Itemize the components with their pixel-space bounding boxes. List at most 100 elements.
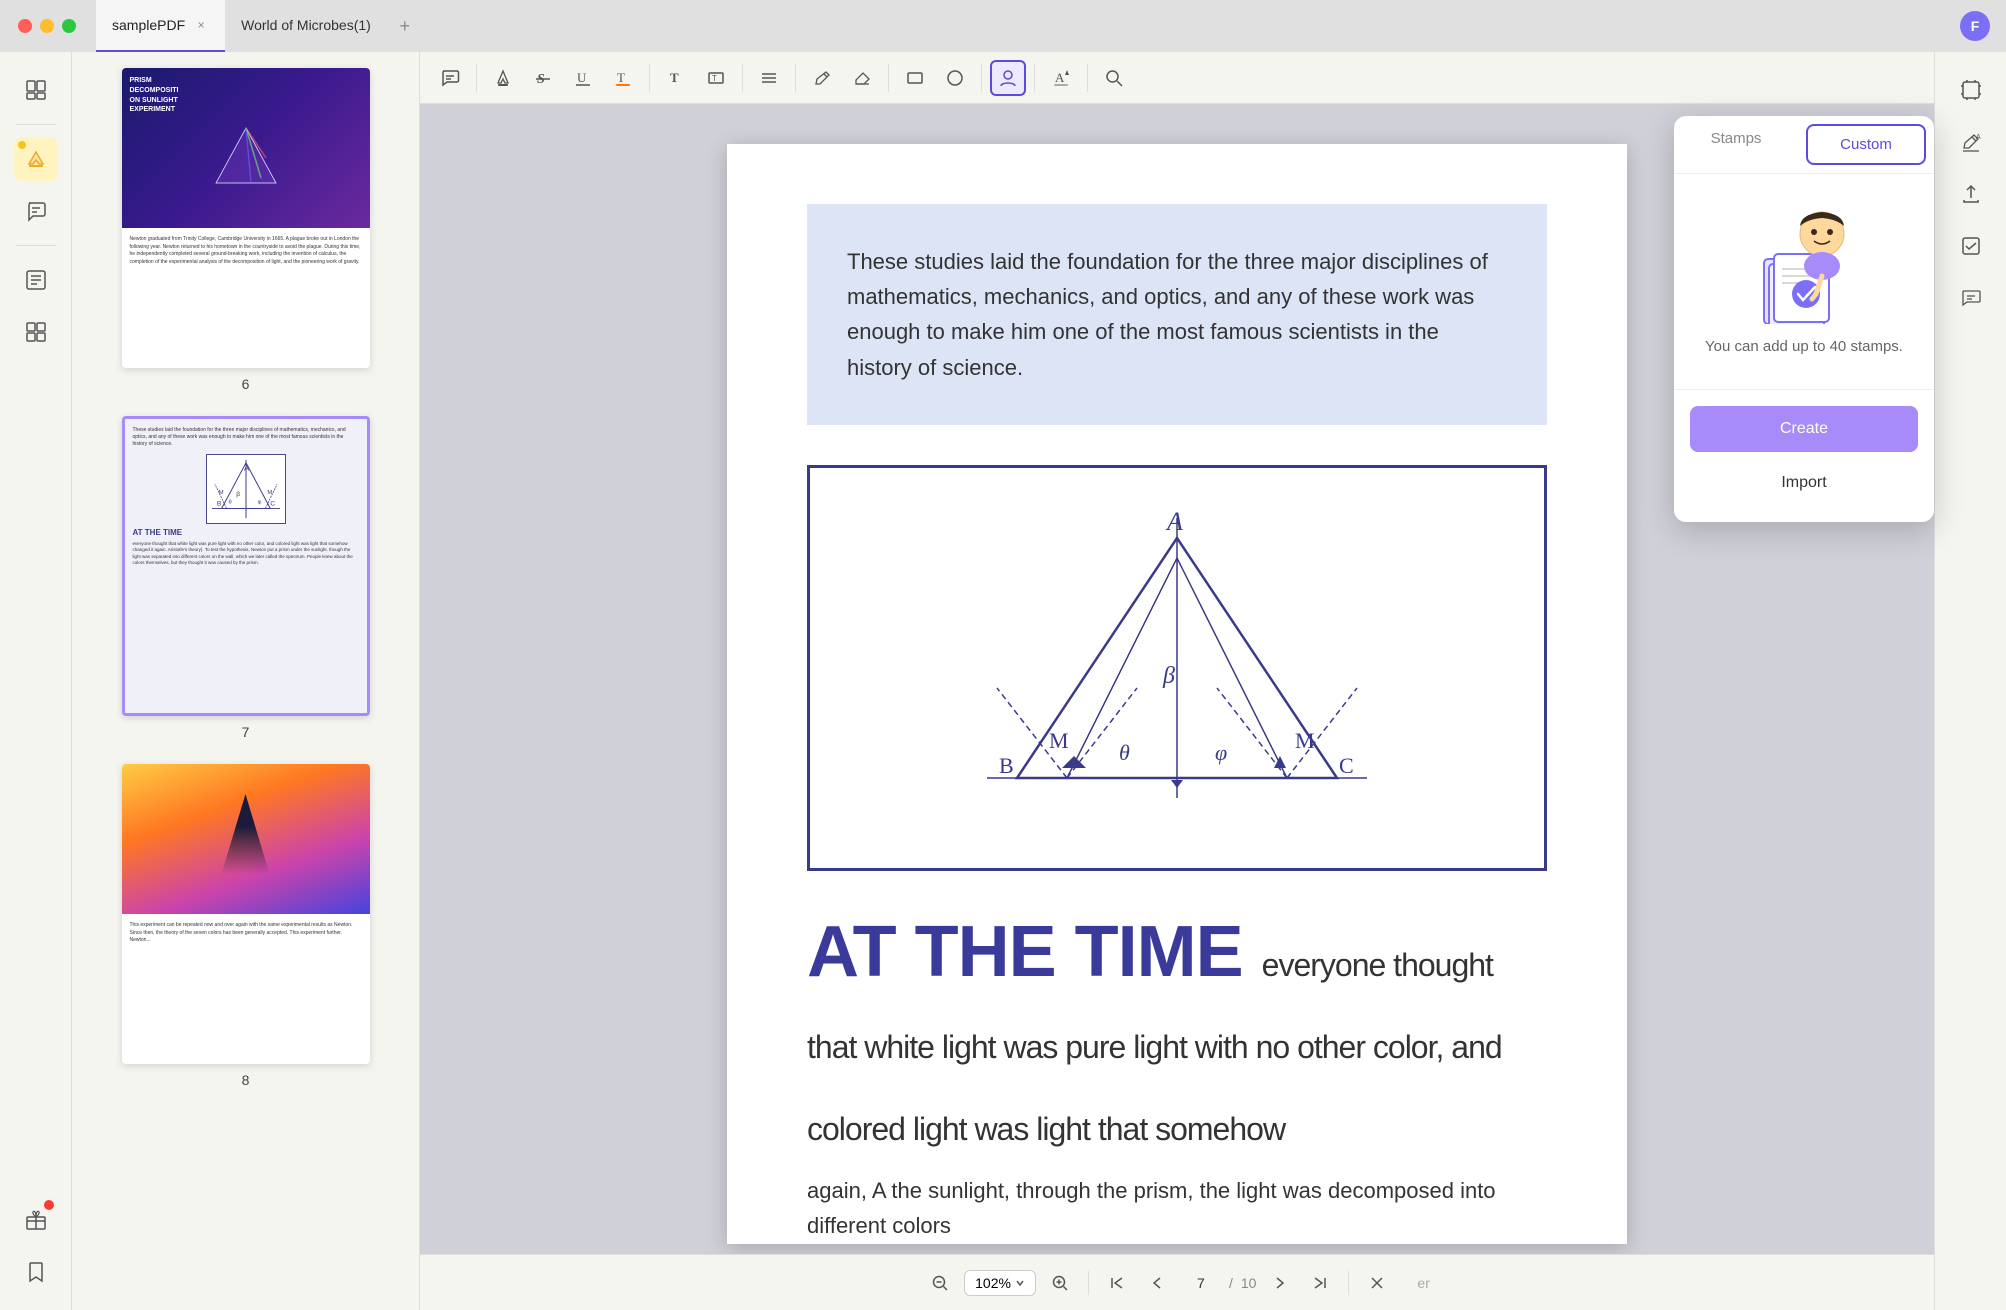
list-button[interactable] (751, 60, 787, 96)
bottom-div-1 (1088, 1271, 1089, 1295)
thumb7-content: These studies laid the foundation for th… (133, 427, 359, 448)
svg-text:C: C (270, 501, 275, 508)
svg-text:A: A (1055, 70, 1065, 85)
window-controls (0, 19, 76, 33)
strikethrough-button[interactable]: S (525, 60, 561, 96)
sidebar-divider-1 (16, 124, 56, 125)
page-next-button[interactable] (1264, 1267, 1296, 1299)
stamps-tab-custom[interactable]: Custom (1806, 124, 1926, 165)
sidebar-divider-2 (16, 245, 56, 246)
sidebar-icon-comment[interactable] (14, 189, 58, 233)
sidebar-icon-bookmark[interactable] (14, 1250, 58, 1294)
stamps-footer: Create Import (1674, 389, 1934, 522)
svg-text:A: A (1165, 508, 1183, 536)
create-button[interactable]: Create (1690, 406, 1918, 452)
toolbar-div-3 (742, 64, 743, 92)
tab-samplepdf[interactable]: samplePDF × (96, 0, 225, 52)
page-last-button[interactable] (1304, 1267, 1336, 1299)
thumbnail-item-6[interactable]: PRISMDECOMPOSITION SUNLIGHTEXPERIMENT Ne… (122, 68, 370, 392)
stamps-character (1744, 204, 1864, 324)
toolbar: S U T T T (420, 52, 1934, 104)
svg-text:B: B (216, 501, 221, 508)
page-prev-button[interactable] (1141, 1267, 1173, 1299)
pdf-page: These studies laid the foundation for th… (727, 144, 1627, 1244)
zoom-in-button[interactable] (1044, 1267, 1076, 1299)
thumb6-bg: PRISMDECOMPOSITION SUNLIGHTEXPERIMENT (122, 68, 370, 228)
pencil-button[interactable] (804, 60, 840, 96)
stamps-tabs: Stamps Custom (1674, 116, 1934, 174)
svg-text:θ: θ (1119, 740, 1130, 765)
stamps-text: You can add up to 40 stamps. (1705, 336, 1903, 359)
highlight-dot (18, 141, 26, 149)
svg-text:T: T (617, 70, 625, 85)
zoom-value: 102% (975, 1275, 1011, 1291)
search-button[interactable] (1096, 60, 1132, 96)
toolbar-div-8 (1087, 64, 1088, 92)
main-layout: PRISMDECOMPOSITION SUNLIGHTEXPERIMENT Ne… (0, 52, 2006, 1310)
thumb6-text: Newton graduated from Trinity College, C… (122, 228, 370, 274)
sidebar-icon-layers[interactable] (14, 310, 58, 354)
thumb8-text: This experiment can be repeated now and … (122, 914, 370, 953)
sidebar-icon-highlight[interactable] (14, 137, 58, 181)
stamps-tab-stamps[interactable]: Stamps (1674, 116, 1798, 173)
comment-button[interactable] (432, 60, 468, 96)
sidebar-icon-pages[interactable] (14, 68, 58, 112)
shape-circle-button[interactable] (937, 60, 973, 96)
zoom-selector[interactable]: 102% (964, 1270, 1036, 1296)
minimize-button[interactable] (40, 19, 54, 33)
right-icon-check[interactable] (1949, 224, 1993, 268)
page-slash: / (1229, 1275, 1233, 1291)
stamps-body: You can add up to 40 stamps. (1674, 174, 1934, 389)
stamps-panel: Stamps Custom (1674, 116, 1934, 522)
page-number-input[interactable]: 7 (1181, 1275, 1221, 1291)
right-icon-chat[interactable] (1949, 276, 1993, 320)
underline-button[interactable]: U (565, 60, 601, 96)
thumbnail-item-8[interactable]: This experiment can be repeated now and … (122, 764, 370, 1088)
eraser-button[interactable] (844, 60, 880, 96)
trailing-text: er (1417, 1275, 1429, 1291)
color-button[interactable]: A (1043, 60, 1079, 96)
page-first-button[interactable] (1101, 1267, 1133, 1299)
toolbar-div-2 (649, 64, 650, 92)
left-sidebar (0, 52, 72, 1310)
thumb-card-8[interactable]: This experiment can be repeated now and … (122, 764, 370, 1064)
text-button[interactable]: T (658, 60, 694, 96)
right-icon-upload[interactable] (1949, 172, 1993, 216)
page-body-text: again, A the sunlight, through the prism… (807, 1173, 1547, 1243)
tab-microbes-label: World of Microbes(1) (241, 17, 371, 33)
bottom-toolbar: 102% 7 / 10 (420, 1254, 1934, 1310)
toolbar-div-1 (476, 64, 477, 92)
svg-text:M: M (218, 490, 223, 496)
close-button[interactable] (18, 19, 32, 33)
tab-add-button[interactable]: + (391, 12, 419, 40)
avatar[interactable]: F (1960, 11, 1990, 41)
sidebar-icon-gift[interactable] (14, 1198, 58, 1242)
text-color-button[interactable]: T (605, 60, 641, 96)
thumb8-shape (216, 794, 276, 874)
shape-rect-button[interactable] (897, 60, 933, 96)
thumb7-title: AT THE TIME (133, 528, 359, 537)
zoom-out-button[interactable] (924, 1267, 956, 1299)
gift-badge (44, 1200, 54, 1210)
page-intro: These studies laid the foundation for th… (807, 204, 1547, 425)
custom-tab-label: Custom (1840, 136, 1892, 153)
tab-microbes[interactable]: World of Microbes(1) (225, 0, 387, 52)
thumb-card-6[interactable]: PRISMDECOMPOSITION SUNLIGHTEXPERIMENT Ne… (122, 68, 370, 368)
close-button-bottom[interactable] (1361, 1267, 1393, 1299)
stamps-illustration (1744, 204, 1864, 324)
svg-text:φ: φ (257, 500, 261, 506)
right-icon-scan[interactable] (1949, 68, 1993, 112)
thumb-num-7: 7 (242, 724, 250, 740)
svg-text:T: T (670, 70, 679, 85)
thumbnail-item-7[interactable]: These studies laid the foundation for th… (122, 416, 370, 740)
import-button[interactable]: Import (1690, 460, 1918, 506)
maximize-button[interactable] (62, 19, 76, 33)
sidebar-icon-search[interactable] (14, 258, 58, 302)
highlight-button[interactable] (485, 60, 521, 96)
stamp-user-button[interactable] (990, 60, 1026, 96)
tab-close-samplepdf[interactable]: × (193, 17, 209, 33)
thumb-num-6: 6 (242, 376, 250, 392)
right-icon-edit[interactable]: A (1949, 120, 1993, 164)
thumb-card-7[interactable]: These studies laid the foundation for th… (122, 416, 370, 716)
text-box-button[interactable]: T (698, 60, 734, 96)
